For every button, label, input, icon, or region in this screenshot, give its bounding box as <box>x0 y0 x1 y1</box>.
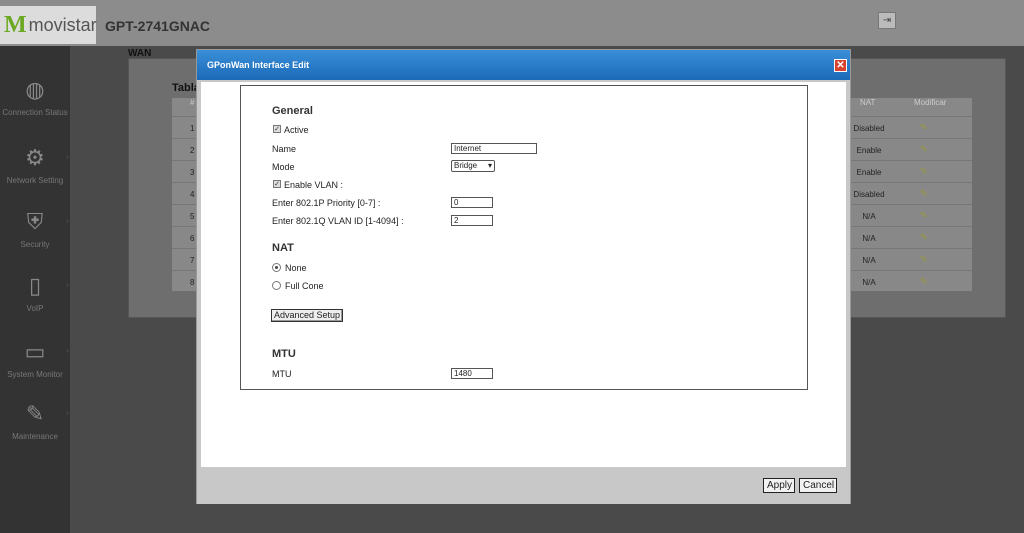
cancel-button[interactable]: Cancel <box>799 478 837 493</box>
chevron-right-icon: › <box>66 346 69 355</box>
chevron-right-icon: › <box>66 408 69 417</box>
dialog-footer <box>197 468 850 504</box>
edit-icon[interactable]: ✎ <box>920 166 930 176</box>
sidebar-item-label: Maintenance <box>12 432 58 441</box>
monitor-icon: ▭ <box>24 339 46 364</box>
mode-select-value: Bridge <box>454 161 478 170</box>
nat-full-cone-radio[interactable] <box>272 281 281 290</box>
edit-icon[interactable]: ✎ <box>920 188 930 198</box>
sidebar-item-maintenance[interactable]: ✎ Maintenance › <box>0 400 70 441</box>
logout-icon[interactable]: ⇥ <box>878 12 896 29</box>
top-bar: M movistar GPT-2741GNAC ⇥ <box>0 0 1024 46</box>
chevron-right-icon: › <box>66 216 69 225</box>
apply-button[interactable]: Apply <box>763 478 795 493</box>
vlan-id-input[interactable]: 2 <box>451 215 493 226</box>
name-input[interactable]: Internet <box>451 143 537 154</box>
enable-vlan-label: Enable VLAN : <box>284 180 344 190</box>
priority-label: Enter 802.1P Priority [0-7] : <box>272 198 381 208</box>
sidebar: ◍ Connection Status ⚙ Network Setting › … <box>0 46 70 533</box>
sidebar-item-security[interactable]: ⛨ Security › <box>0 208 70 249</box>
sidebar-item-connection-status[interactable]: ◍ Connection Status <box>0 76 70 117</box>
mode-select[interactable]: Bridge ▾ <box>451 160 495 172</box>
edit-icon[interactable]: ✎ <box>920 254 930 264</box>
nat-section-title: NAT <box>272 242 294 254</box>
mtu-section-title: MTU <box>272 348 296 360</box>
chevron-down-icon: ▾ <box>487 161 492 170</box>
mtu-input[interactable]: 1480 <box>451 368 493 379</box>
active-checkbox[interactable]: ✓ <box>273 125 281 133</box>
shield-icon: ⛨ <box>26 209 44 234</box>
edit-icon[interactable]: ✎ <box>920 232 930 242</box>
phone-icon: ▯ <box>28 273 42 298</box>
logo: M movistar <box>0 6 97 44</box>
table-header-nat: NAT <box>860 98 876 107</box>
sidebar-item-network-setting[interactable]: ⚙ Network Setting › <box>0 144 70 185</box>
priority-input[interactable]: 0 <box>451 197 493 208</box>
dialog-title: GPonWan Interface Edit <box>207 60 310 70</box>
row-number: 7 <box>190 256 195 265</box>
edit-icon[interactable]: ✎ <box>920 276 930 286</box>
name-label: Name <box>272 144 297 154</box>
sidebar-item-voip[interactable]: ▯ VoIP › <box>0 272 70 313</box>
nat-full-cone-label: Full Cone <box>285 281 324 291</box>
row-number: 5 <box>190 212 195 221</box>
sidebar-item-label: VoIP <box>26 304 44 313</box>
device-model: GPT-2741GNAC <box>105 18 211 34</box>
movistar-logo-mark: M <box>4 12 27 38</box>
movistar-logo-text: movistar <box>28 14 97 35</box>
sidebar-item-label: Network Setting <box>6 176 64 185</box>
dialog-header: GPonWan Interface Edit ✕ <box>197 50 850 80</box>
sidebar-item-label: Connection Status <box>2 108 68 117</box>
row-number: 3 <box>190 168 195 177</box>
wrench-icon: ✎ <box>25 401 45 426</box>
edit-icon[interactable]: ✎ <box>920 210 930 220</box>
advanced-setup-button[interactable]: Advanced Setup <box>271 309 344 322</box>
gear-icon: ⚙ <box>25 145 45 170</box>
sidebar-item-label: System Monitor <box>7 370 63 379</box>
general-section-title: General <box>272 105 313 117</box>
sidebar-item-system-monitor[interactable]: ▭ System Monitor › <box>0 338 70 379</box>
active-label: Active <box>284 125 309 135</box>
nat-none-radio[interactable] <box>272 263 281 272</box>
edit-icon[interactable]: ✎ <box>920 144 930 154</box>
sidebar-item-label: Security <box>20 240 50 249</box>
close-button[interactable]: ✕ <box>834 59 847 72</box>
mtu-label: MTU <box>272 369 292 379</box>
row-number: 4 <box>190 190 195 199</box>
chevron-right-icon: › <box>66 280 69 289</box>
mode-label: Mode <box>272 162 295 172</box>
globe-icon: ◍ <box>25 77 45 102</box>
table-header-modificar: Modificar <box>914 98 947 107</box>
row-number: 6 <box>190 234 195 243</box>
row-number: 1 <box>190 124 195 133</box>
vlan-id-label: Enter 802.1Q VLAN ID [1-4094] : <box>272 216 404 226</box>
nat-none-label: None <box>285 263 307 273</box>
wan-title: WAN <box>128 48 152 59</box>
row-number: 2 <box>190 146 195 155</box>
enable-vlan-checkbox[interactable]: ✓ <box>273 180 281 188</box>
edit-icon[interactable]: ✎ <box>920 122 930 132</box>
form-box <box>240 85 808 390</box>
chevron-right-icon: › <box>66 152 69 161</box>
row-number: 8 <box>190 278 195 287</box>
table-header-index: # <box>190 98 195 107</box>
